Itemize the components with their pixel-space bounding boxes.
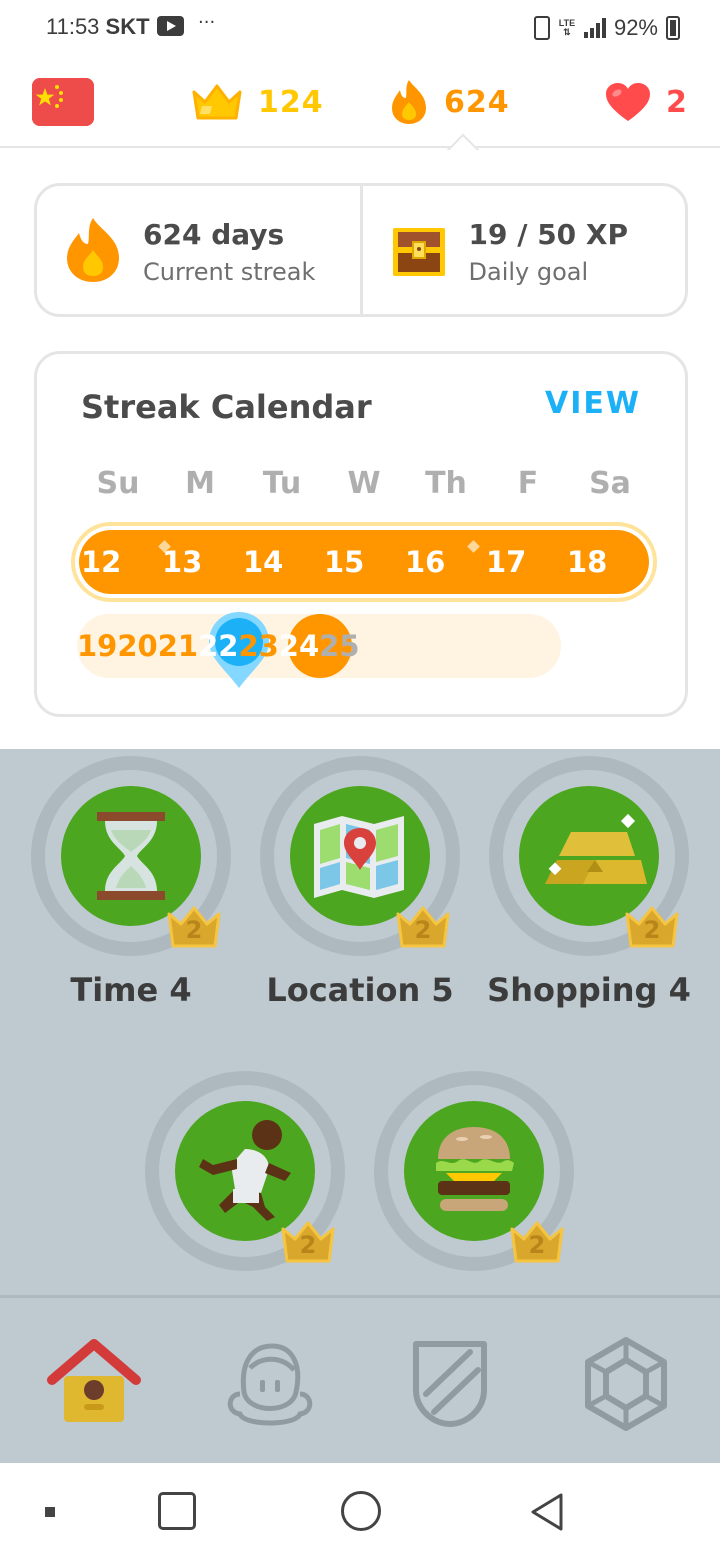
skill-location[interactable]: 2 <box>260 756 460 956</box>
weekday-header-row: Su M Tu W Th F Sa <box>77 464 651 504</box>
crown-level-badge: 2 <box>508 1217 566 1265</box>
skill-sports[interactable]: 2 <box>145 1071 345 1271</box>
crown-level-number: 2 <box>414 916 432 944</box>
carrier-text: SKT <box>105 14 150 39</box>
home-button[interactable] <box>341 1491 381 1531</box>
clock-text: 11:53 <box>46 14 100 39</box>
more-notifications-icon: ··· <box>198 12 216 33</box>
lte-icon: LTE ⇅ <box>558 18 576 37</box>
calendar-day[interactable]: 15 <box>324 530 405 594</box>
calendar-day[interactable]: 17 <box>486 530 567 594</box>
skill-shopping[interactable]: 2 <box>489 756 689 956</box>
calendar-grid: Su M Tu W Th F Sa 12 13 14 15 16 17 18 1… <box>71 464 657 688</box>
calendar-title: Streak Calendar <box>81 388 372 426</box>
crown-level-badge: 2 <box>394 902 452 950</box>
crown-level-badge: 2 <box>279 1217 337 1265</box>
status-bar: 11:53 SKT ··· LTE ⇅ 92% <box>0 0 720 56</box>
streak-days-value: 624 days <box>143 218 285 251</box>
weekday-label: F <box>517 466 539 501</box>
today-day-number: 24 <box>278 629 320 663</box>
streak-days-label: Current streak <box>143 258 316 286</box>
calendar-week-2: 19 20 21 22 23 24 25 <box>77 612 651 688</box>
flame-icon <box>67 218 119 282</box>
china-flag-icon[interactable] <box>32 78 94 126</box>
crowns-counter[interactable]: 124 <box>190 78 324 126</box>
popover-caret <box>445 130 479 150</box>
recents-button[interactable] <box>158 1492 196 1530</box>
hearts-count: 2 <box>666 84 688 120</box>
crown-level-number: 2 <box>528 1231 546 1259</box>
daily-goal-panel: 19 / 50 XP Daily goal <box>359 186 686 314</box>
system-nav-bar <box>0 1463 720 1560</box>
selected-day-number: 22 <box>198 629 239 663</box>
bottom-tab-bar <box>0 1295 720 1463</box>
streak-count: 624 <box>444 84 510 120</box>
calendar-day-today[interactable]: 24 <box>278 614 352 678</box>
status-indicators: LTE ⇅ 92% <box>533 14 680 42</box>
calendar-day[interactable]: 19 <box>77 614 117 678</box>
streak-counter[interactable]: 624 <box>388 78 510 126</box>
signal-icon <box>583 18 606 38</box>
back-button[interactable] <box>527 1491 567 1533</box>
flame-icon <box>392 80 426 124</box>
crowns-count: 124 <box>258 84 324 120</box>
calendar-week-1: 12 13 14 15 16 17 18 <box>71 522 657 602</box>
vibrate-icon <box>533 16 550 40</box>
tab-leagues[interactable] <box>400 1334 500 1434</box>
calendar-day[interactable]: 14 <box>243 530 324 594</box>
daily-goal-label: Daily goal <box>468 258 589 286</box>
tab-profile[interactable] <box>220 1334 320 1434</box>
calendar-day[interactable]: 18 <box>567 530 648 594</box>
weekday-label: W <box>347 466 381 501</box>
hearts-counter[interactable]: 2 <box>604 78 688 126</box>
status-time: 11:53 SKT <box>46 14 150 40</box>
weekday-label: Tu <box>262 466 302 501</box>
skill-label: Location 5 <box>266 971 454 1009</box>
youtube-notification-icon <box>157 16 184 36</box>
crown-level-number: 2 <box>185 916 203 944</box>
calendar-day-selected[interactable]: 22 <box>198 612 270 688</box>
crown-level-badge: 2 <box>165 902 223 950</box>
skill-label: Time 4 <box>70 971 192 1009</box>
current-streak-panel: 624 days Current streak <box>37 186 360 314</box>
home-icon <box>47 1339 141 1422</box>
daily-xp-value: 19 / 50 XP <box>468 218 629 251</box>
top-stats-bar: 124 624 2 <box>0 56 720 148</box>
tab-learn[interactable] <box>44 1334 144 1434</box>
weekday-label: Sa <box>589 466 631 501</box>
tab-shop[interactable] <box>576 1334 676 1434</box>
skill-time[interactable]: 2 <box>31 756 231 956</box>
nav-menu-button[interactable] <box>45 1507 55 1517</box>
skill-label: Shopping 4 <box>487 971 691 1009</box>
weekday-label: Th <box>425 466 467 501</box>
calendar-view-button[interactable]: VIEW <box>545 386 641 421</box>
crown-level-badge: 2 <box>623 902 681 950</box>
treasure-chest-icon <box>392 228 445 276</box>
calendar-day[interactable]: 23 <box>238 614 278 678</box>
weekday-label: M <box>185 466 215 501</box>
streak-calendar-card: Streak Calendar VIEW Su M Tu W Th F Sa 1… <box>34 351 688 717</box>
crown-level-number: 2 <box>299 1231 317 1259</box>
shield-icon <box>413 1341 487 1427</box>
battery-icon <box>666 16 680 40</box>
skill-food[interactable]: 2 <box>374 1071 574 1271</box>
weekday-label: Su <box>96 466 140 501</box>
crown-icon <box>192 84 242 120</box>
calendar-day[interactable]: 12 <box>81 530 162 594</box>
calendar-day[interactable]: 20 <box>117 614 157 678</box>
hexagon-icon <box>585 1337 667 1431</box>
heart-icon <box>606 83 650 121</box>
calendar-day[interactable]: 25 <box>319 614 359 678</box>
streak-summary-card: 624 days Current streak 19 / 50 XP Daily… <box>34 183 688 317</box>
calendar-day[interactable]: 21 <box>158 614 198 678</box>
profile-icon <box>227 1343 313 1426</box>
calendar-day[interactable]: 13 <box>162 530 243 594</box>
battery-percent: 92% <box>613 15 658 40</box>
skill-tree: 2 Time 4 2 Location 5 2 Shopping 4 2 2 <box>0 749 720 1295</box>
crown-level-number: 2 <box>643 916 661 944</box>
